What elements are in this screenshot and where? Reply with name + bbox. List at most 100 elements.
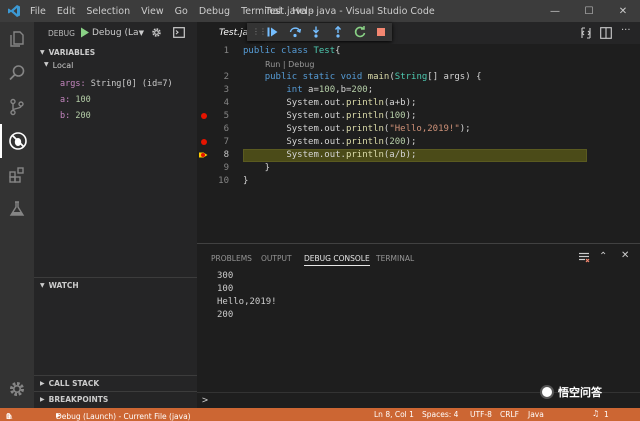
restart-icon[interactable]	[354, 26, 366, 41]
variable-row[interactable]: a: 100	[60, 92, 173, 108]
split-editor-icon[interactable]	[600, 27, 612, 42]
step-over-icon[interactable]	[289, 26, 302, 41]
notifications-bell-icon[interactable]: ♫	[592, 409, 599, 418]
console-line: 300	[217, 271, 234, 281]
breakpoint-icon[interactable]	[201, 113, 207, 119]
menu-view[interactable]: View	[141, 6, 164, 17]
line-ending[interactable]: CRLF	[500, 410, 519, 419]
gear-icon[interactable]	[0, 372, 34, 406]
menu-help[interactable]: Help	[292, 6, 314, 17]
files-icon[interactable]	[0, 22, 34, 56]
menu-edit[interactable]: Edit	[57, 6, 75, 17]
watch-section-header[interactable]: ▼ WATCH	[34, 277, 197, 293]
compare-icon[interactable]	[580, 27, 592, 42]
code-line: int a=100,b=200;	[286, 85, 374, 95]
variables-list: args: String[0] (id=7) a: 100 b: 200	[60, 76, 173, 124]
tab-debug-console[interactable]: DEBUG CONSOLE	[304, 254, 370, 266]
step-out-icon[interactable]	[333, 25, 343, 41]
line-number: 9	[223, 163, 229, 173]
test-flask-icon[interactable]	[0, 192, 34, 226]
debug-sidebar: DEBUG Debug (La ▼ ▼ VARIABLES ▼ Local ar…	[34, 22, 197, 408]
variable-value: 200	[75, 111, 91, 121]
chevron-right-icon: ▶	[40, 396, 45, 403]
close-icon[interactable]: ✕	[606, 0, 640, 22]
watermark: 悟空问答	[540, 384, 602, 400]
maximize-panel-icon[interactable]: ⌃	[599, 251, 607, 262]
code-line: }	[243, 176, 249, 186]
start-debug-icon[interactable]	[80, 27, 90, 41]
breakpoints-section-header[interactable]: ▶ BREAKPOINTS	[34, 391, 197, 407]
maximize-icon[interactable]: ☐	[572, 0, 606, 22]
line-number: 1	[223, 46, 229, 56]
tab-output[interactable]: OUTPUT	[261, 254, 292, 263]
chevron-down-icon: ▼	[44, 61, 49, 68]
menu-debug[interactable]: Debug	[199, 6, 230, 17]
console-line: Hello,2019!	[217, 297, 277, 307]
debug-toolbar: ⋮⋮	[247, 23, 392, 41]
language-mode[interactable]: Java	[528, 410, 544, 419]
close-panel-icon[interactable]: ✕	[621, 250, 629, 261]
local-scope-label: Local	[52, 61, 74, 70]
line-number: 10	[218, 176, 229, 186]
local-scope[interactable]: ▼ Local	[44, 61, 73, 70]
breakpoints-title: BREAKPOINTS	[48, 395, 109, 404]
breakpoint-icon[interactable]	[201, 139, 207, 145]
watch-title: WATCH	[48, 281, 79, 290]
menu-file[interactable]: File	[30, 6, 46, 17]
line-number: 4	[223, 98, 229, 108]
variable-row[interactable]: args: String[0] (id=7)	[60, 76, 173, 92]
drag-handle-icon[interactable]: ⋮⋮	[252, 27, 267, 36]
code-line: System.out.println("Hello,2019!");	[243, 124, 471, 134]
tab-problems[interactable]: PROBLEMS	[211, 254, 252, 263]
indentation[interactable]: Spaces: 4	[422, 410, 458, 419]
debug-label: DEBUG	[48, 29, 75, 38]
debug-target-label: Debug (Launch) - Current File (java)	[56, 412, 191, 421]
call-stack-section-header[interactable]: ▶ CALL STACK	[34, 375, 197, 391]
code-line: System.out.println(a/b);	[243, 150, 417, 160]
step-into-icon[interactable]	[311, 26, 321, 41]
continue-icon[interactable]	[267, 27, 278, 40]
extensions-icon[interactable]	[0, 158, 34, 192]
watermark-text: 悟空问答	[558, 386, 602, 399]
variable-name: args:	[60, 79, 86, 89]
status-bar: ⊗ 0 ⚠ 0 ▶ Debug (Launch) - Current File …	[0, 408, 640, 421]
menu-terminal[interactable]: Terminal	[241, 6, 281, 17]
variable-value: 100	[75, 95, 91, 105]
debug-icon[interactable]	[0, 124, 34, 158]
menu-selection[interactable]: Selection	[86, 6, 130, 17]
debug-config-value: Debug (La	[92, 28, 139, 38]
console-prompt: >	[202, 395, 209, 406]
variable-value: String[0] (id=7)	[90, 79, 173, 89]
code-line: }	[243, 163, 271, 173]
notification-count: 1	[604, 410, 609, 419]
source-control-icon[interactable]	[0, 90, 34, 124]
current-execution-arrow-icon	[199, 151, 208, 162]
minimize-icon[interactable]: —	[538, 0, 572, 22]
code-line: System.out.println(100);	[243, 111, 417, 121]
variable-row[interactable]: b: 200	[60, 108, 173, 124]
vscode-logo-icon	[0, 0, 28, 22]
code-line: public class Test{	[243, 46, 341, 56]
code-editor[interactable]: Run | Debug 1 public class Test{2 public …	[197, 44, 640, 243]
debug-settings-gear-icon[interactable]	[151, 27, 162, 41]
debug-console-icon[interactable]	[173, 27, 185, 41]
code-lines: 1 public class Test{2 public static void …	[197, 44, 640, 243]
debug-config-select[interactable]: Debug (La ▼	[92, 26, 144, 40]
variable-name: a:	[60, 95, 71, 105]
code-line: System.out.println(a+b);	[243, 98, 417, 108]
cursor-position[interactable]: Ln 8, Col 1	[374, 410, 414, 419]
variables-title: VARIABLES	[48, 47, 96, 57]
more-actions-icon[interactable]: ···	[621, 25, 631, 36]
title-bar: File Edit Selection View Go Debug Termin…	[0, 0, 640, 22]
search-icon[interactable]	[0, 56, 34, 90]
console-line: 100	[217, 284, 234, 294]
debug-header: DEBUG Debug (La ▼	[34, 22, 197, 44]
activity-bar	[0, 22, 34, 408]
tab-terminal[interactable]: TERMINAL	[376, 254, 414, 263]
variables-section-header[interactable]: ▼ VARIABLES	[34, 44, 197, 60]
code-line: System.out.println(200);	[243, 137, 417, 147]
menu-go[interactable]: Go	[175, 6, 188, 17]
clear-console-icon[interactable]	[578, 252, 590, 266]
stop-icon[interactable]	[376, 27, 386, 40]
encoding[interactable]: UTF-8	[470, 410, 492, 419]
